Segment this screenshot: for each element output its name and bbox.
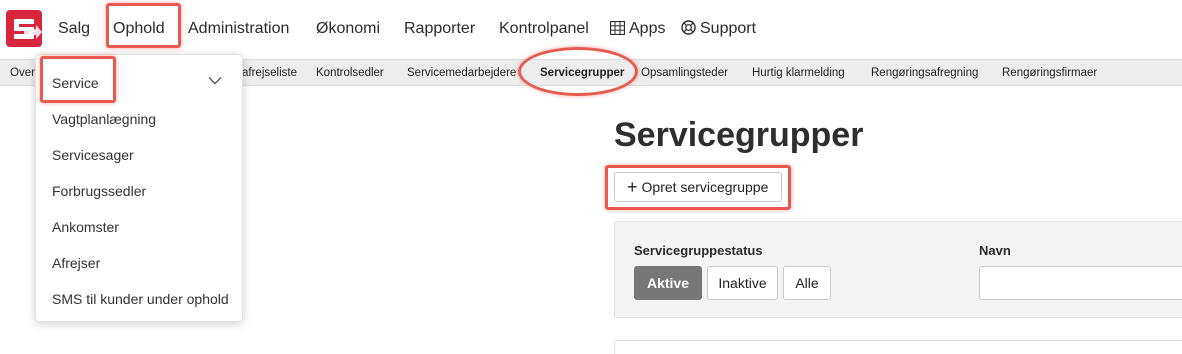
name-filter-label: Navn (979, 243, 1011, 258)
nav-item-okonomi[interactable]: Økonomi (316, 19, 380, 39)
nav-item-ophold[interactable]: Ophold (113, 19, 165, 39)
page-title: Servicegrupper (614, 116, 864, 154)
dropdown-item-afrejser[interactable]: Afrejser (52, 254, 100, 272)
results-panel (614, 340, 1182, 354)
lifebuoy-icon (681, 20, 696, 35)
nav-item-salg[interactable]: Salg (58, 19, 90, 39)
dropdown-item-sms-til-kunder[interactable]: SMS til kunder under ophold (52, 290, 229, 308)
filter-panel: Servicegruppestatus Aktive Inaktive Alle… (614, 221, 1182, 318)
status-filter-label: Servicegruppestatus (634, 243, 763, 258)
dropdown-item-forbrugssedler[interactable]: Forbrugssedler (52, 182, 146, 200)
brand-logo[interactable] (6, 10, 42, 47)
nav-item-kontrolpanel[interactable]: Kontrolpanel (499, 19, 589, 39)
nav-item-support-label: Support (700, 20, 757, 37)
ophold-dropdown-menu: Service Vagtplanlægning Servicesager For… (35, 54, 243, 322)
chevron-down-icon[interactable] (208, 76, 222, 85)
nav-item-support[interactable]: Support (681, 19, 756, 39)
status-option-aktive[interactable]: Aktive (634, 266, 702, 300)
dropdown-item-vagtplanlaegning[interactable]: Vagtplanlægning (52, 110, 156, 128)
grid-icon (610, 21, 625, 35)
status-option-alle[interactable]: Alle (783, 266, 831, 300)
nav-item-apps[interactable]: Apps (610, 19, 665, 39)
dropdown-item-ankomster[interactable]: Ankomster (52, 218, 119, 236)
top-navigation: Salg Ophold Administration Økonomi Rappo… (0, 0, 1182, 58)
nav-item-rapporter[interactable]: Rapporter (404, 19, 475, 39)
plus-icon: + (627, 177, 638, 197)
subnav-item-servicemedarbejdere[interactable]: Servicemedarbejdere (407, 66, 516, 80)
subnav-item-afrejseliste[interactable]: afrejseliste (242, 66, 297, 80)
dropdown-item-servicesager[interactable]: Servicesager (52, 146, 134, 164)
subnav-item-rengoringsafregning[interactable]: Rengøringsafregning (871, 66, 978, 80)
logo-icon (14, 19, 42, 39)
subnav-item-servicegrupper[interactable]: Servicegrupper (540, 66, 624, 80)
subnav-item-oversigt[interactable]: Over (10, 66, 35, 80)
nav-item-administration[interactable]: Administration (188, 19, 289, 39)
create-button-label: Opret servicegruppe (641, 179, 769, 195)
status-option-inaktive[interactable]: Inaktive (707, 266, 778, 300)
subnav-item-opsamlingsteder[interactable]: Opsamlingsteder (641, 66, 728, 80)
subnav-item-kontrolsedler[interactable]: Kontrolsedler (316, 66, 384, 80)
subnav-item-rengoringsfirmaer[interactable]: Rengøringsfirmaer (1002, 66, 1097, 80)
dropdown-item-service[interactable]: Service (52, 74, 99, 92)
nav-item-apps-label: Apps (629, 20, 666, 37)
name-filter-input[interactable] (979, 266, 1182, 300)
subnav-item-hurtig-klarmelding[interactable]: Hurtig klarmelding (752, 66, 845, 80)
create-servicegroup-button[interactable]: + Opret servicegruppe (614, 172, 782, 202)
